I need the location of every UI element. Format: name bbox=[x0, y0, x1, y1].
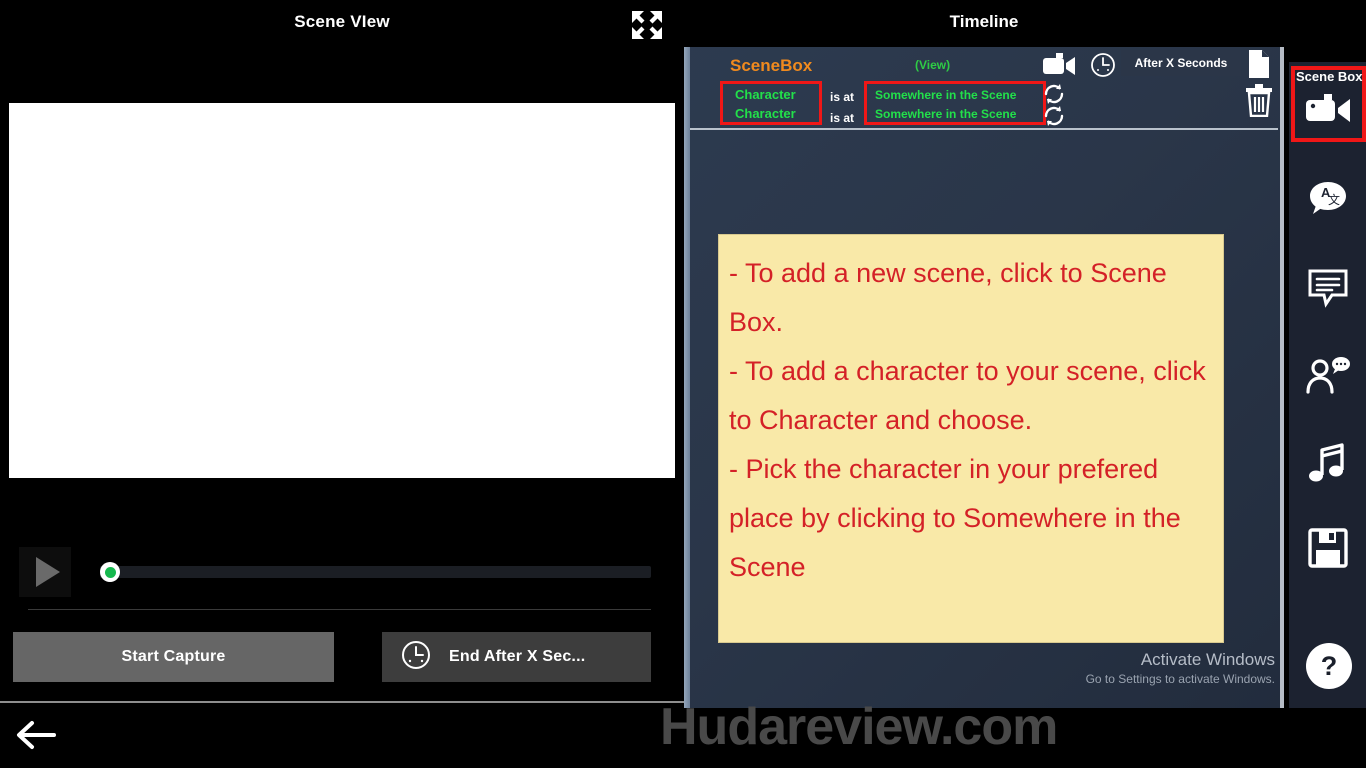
activate-windows-subtitle: Go to Settings to activate Windows. bbox=[1085, 672, 1275, 686]
timeline-header: Timeline bbox=[684, 0, 1284, 47]
play-button[interactable] bbox=[19, 547, 71, 597]
sidebar-item-save[interactable] bbox=[1289, 518, 1366, 578]
end-after-x-sec-button[interactable]: End After X Sec... bbox=[382, 632, 651, 682]
svg-text:文: 文 bbox=[1328, 192, 1340, 207]
place-cell[interactable]: Somewhere in the Scene bbox=[875, 107, 1016, 121]
seek-handle-dot bbox=[104, 566, 116, 578]
is-at-label: is at bbox=[830, 90, 855, 104]
character-cell[interactable]: Character bbox=[735, 106, 796, 121]
start-capture-button[interactable]: Start Capture bbox=[13, 632, 334, 682]
app-root: Scene VIew Start Capture End After X Sec… bbox=[0, 0, 1366, 768]
activate-windows-title: Activate Windows bbox=[1140, 650, 1275, 669]
sidebar-item-music[interactable] bbox=[1289, 434, 1366, 494]
clock-icon bbox=[400, 639, 432, 676]
back-button[interactable] bbox=[12, 714, 58, 756]
place-column-highlight: Somewhere in the Scene Somewhere in the … bbox=[864, 81, 1046, 125]
seek-track[interactable] bbox=[100, 566, 651, 578]
timeline-scrollbar-right[interactable] bbox=[1280, 47, 1284, 708]
expand-arrows-icon[interactable] bbox=[630, 9, 664, 41]
view-label[interactable]: (View) bbox=[915, 58, 950, 72]
sidebar-item-translate[interactable]: A 文 bbox=[1289, 170, 1366, 230]
site-watermark: Hudareview.com bbox=[660, 698, 1058, 756]
scene-canvas[interactable] bbox=[9, 103, 675, 478]
scenebox-divider bbox=[690, 128, 1278, 130]
sidebar-item-character-speech[interactable] bbox=[1289, 346, 1366, 406]
transport-divider bbox=[28, 609, 651, 610]
activate-windows-watermark: Activate Windows Go to Settings to activ… bbox=[1070, 650, 1275, 686]
character-column-highlight: Character Character bbox=[720, 81, 822, 125]
scenebox-label[interactable]: SceneBox bbox=[730, 56, 812, 76]
after-x-seconds-label: After X Seconds bbox=[1134, 56, 1228, 70]
is-at-column: is at is at bbox=[830, 87, 854, 129]
scenebox-row: SceneBox (View) Character Character is a… bbox=[684, 47, 1284, 130]
footer-divider bbox=[0, 701, 684, 703]
character-cell[interactable]: Character bbox=[735, 87, 796, 102]
page-icon[interactable] bbox=[1247, 49, 1271, 84]
timeline-title: Timeline bbox=[949, 12, 1019, 31]
timeline-scrollbar-left[interactable] bbox=[684, 47, 690, 708]
play-icon bbox=[36, 557, 60, 587]
clock-icon[interactable] bbox=[1090, 52, 1116, 83]
end-after-label: End After X Sec... bbox=[449, 648, 586, 665]
place-cell[interactable]: Somewhere in the Scene bbox=[875, 88, 1016, 102]
help-button[interactable]: ? bbox=[1306, 643, 1352, 689]
start-capture-label: Start Capture bbox=[121, 648, 226, 665]
instruction-note: - To add a new scene, click to Scene Box… bbox=[718, 234, 1224, 643]
help-label: ? bbox=[1320, 650, 1338, 681]
trash-icon[interactable] bbox=[1244, 83, 1274, 122]
timeline-panel: Timeline SceneBox (View) Character Chara… bbox=[684, 0, 1284, 708]
sidebar-top-spacer bbox=[1284, 0, 1366, 62]
seek-handle[interactable] bbox=[100, 562, 120, 582]
sidebar-item-text-bubble[interactable] bbox=[1289, 258, 1366, 318]
scene-view-title: Scene VIew bbox=[294, 12, 390, 31]
video-camera-icon[interactable] bbox=[1042, 51, 1076, 82]
scene-box-label: Scene Box bbox=[1296, 69, 1363, 84]
after-x-seconds-button[interactable]: After X Seconds bbox=[1121, 50, 1241, 76]
scene-view-panel: Scene VIew Start Capture End After X Sec… bbox=[0, 0, 684, 768]
scene-view-header: Scene VIew bbox=[0, 0, 684, 50]
instruction-note-text: - To add a new scene, click to Scene Box… bbox=[729, 258, 1206, 582]
is-at-label: is at bbox=[830, 111, 855, 125]
